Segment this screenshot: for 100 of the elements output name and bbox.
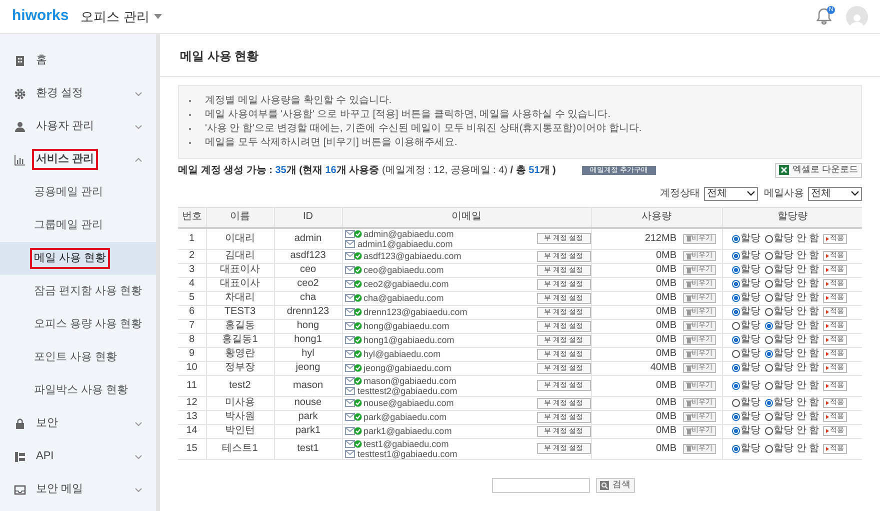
arrow-icon xyxy=(826,338,830,342)
radio-label: 할당 xyxy=(740,411,760,423)
sidebar-item[interactable]: API xyxy=(36,448,54,465)
usage-amount: 0MB xyxy=(656,348,676,360)
blocks-icon xyxy=(14,450,26,462)
excel-download-button[interactable]: 엑셀로 다운로드 xyxy=(775,162,862,178)
radio-button[interactable] xyxy=(732,350,740,358)
filter-dropdown[interactable]: 전체 xyxy=(808,186,862,200)
filter-dropdown[interactable]: 전체 xyxy=(704,186,758,200)
radio-button[interactable] xyxy=(732,322,740,330)
sidebar-subitem[interactable]: 그룹메일 관리 xyxy=(34,217,104,234)
sidebar-item[interactable]: 보안 메일 xyxy=(36,481,84,498)
usage-amount: 0MB xyxy=(656,380,676,392)
caret-icon xyxy=(154,14,162,19)
radio-button[interactable] xyxy=(764,234,772,242)
radio-button[interactable] xyxy=(764,364,772,372)
radio-button[interactable] xyxy=(764,336,772,344)
radio-button[interactable] xyxy=(764,382,772,390)
row-number: 1 xyxy=(188,232,195,244)
user-id: jeong xyxy=(296,362,320,373)
radio-button[interactable] xyxy=(732,234,740,242)
radio-label: 할당 xyxy=(740,362,760,374)
radio-label: 할당 xyxy=(740,264,760,276)
trash-icon xyxy=(686,364,692,372)
sidebar-subitem[interactable]: 포인트 사용 현황 xyxy=(34,349,118,366)
arrow-icon xyxy=(826,236,830,240)
radio-label: 할당 안 함 xyxy=(774,348,820,360)
sidebar-item[interactable]: 사용자 관리 xyxy=(36,118,94,135)
radio-label: 할당 안 함 xyxy=(774,362,820,374)
radio-button[interactable] xyxy=(764,280,772,288)
radio-button[interactable] xyxy=(732,427,740,435)
trash-icon xyxy=(686,350,692,358)
usage-amount: 212MB xyxy=(644,232,676,244)
user-name: 이대리 xyxy=(225,232,255,244)
usage-amount: 0MB xyxy=(656,411,676,423)
radio-label: 할당 xyxy=(740,425,760,437)
arrow-icon xyxy=(826,415,830,419)
row-number: 3 xyxy=(188,264,195,275)
row-number: 9 xyxy=(188,348,195,359)
radio-button[interactable] xyxy=(732,399,740,407)
user-id: ceo2 xyxy=(297,278,319,289)
email-address: park1@gabiaedu.com xyxy=(364,426,452,436)
radio-label: 할당 안 함 xyxy=(774,380,820,392)
user-name: test2 xyxy=(229,380,251,390)
radio-button[interactable] xyxy=(764,444,772,452)
user-id: drenn123 xyxy=(286,306,330,317)
radio-button[interactable] xyxy=(732,364,740,372)
radio-label: 할당 안 함 xyxy=(774,250,820,262)
radio-button[interactable] xyxy=(764,308,772,316)
sidebar-item[interactable]: 환경 설정 xyxy=(36,85,84,102)
building-icon xyxy=(14,54,26,66)
radio-button[interactable] xyxy=(732,252,740,260)
arrow-icon xyxy=(826,384,830,388)
user-name: 홍길동1 xyxy=(222,334,258,345)
radio-button[interactable] xyxy=(732,444,740,452)
radio-button[interactable] xyxy=(764,252,772,260)
radio-button[interactable] xyxy=(732,413,740,421)
email-address: nouse@gabiaedu.com xyxy=(364,398,454,408)
column-header: 번호 xyxy=(178,208,206,228)
sidebar-subitem[interactable]: 잠금 편지함 사용 현황 xyxy=(34,283,142,300)
sidebar-subitem[interactable]: 오피스 용량 사용 현황 xyxy=(34,316,142,333)
radio-button[interactable] xyxy=(732,336,740,344)
sidebar-item[interactable]: 보안 xyxy=(36,415,58,432)
chevron-down-icon xyxy=(851,191,859,196)
usage-amount: 40MB xyxy=(650,362,676,374)
trash-icon xyxy=(686,400,692,406)
arrow-icon xyxy=(826,254,830,258)
radio-label: 할당 xyxy=(740,320,760,332)
radio-button[interactable] xyxy=(732,382,740,390)
chevron-down-icon xyxy=(747,191,755,196)
user-name: 박인턴 xyxy=(225,425,255,436)
radio-button[interactable] xyxy=(732,294,740,302)
user-id: asdf123 xyxy=(290,250,326,261)
usage-amount: 0MB xyxy=(656,442,676,454)
radio-button[interactable] xyxy=(764,413,772,421)
search-field[interactable] xyxy=(492,478,590,492)
radio-button[interactable] xyxy=(764,427,772,435)
radio-button[interactable] xyxy=(732,308,740,316)
radio-button[interactable] xyxy=(764,266,772,274)
search-button[interactable]: 검색 xyxy=(596,478,634,492)
sidebar-subitem[interactable]: 파일박스 사용 현황 xyxy=(34,382,128,399)
arrow-icon xyxy=(826,429,830,433)
radio-button[interactable] xyxy=(764,399,772,407)
usage-amount: 0MB xyxy=(656,425,676,437)
radio-label: 할당 안 함 xyxy=(774,264,820,276)
page-title: 메일 사용 현황 xyxy=(179,48,260,65)
radio-button[interactable] xyxy=(764,350,772,358)
email-address: testtest1@gabiaedu.com xyxy=(358,448,458,458)
app-menu[interactable]: 오피스 관리 xyxy=(80,6,162,26)
radio-button[interactable] xyxy=(732,280,740,288)
usage-amount: 0MB xyxy=(656,320,676,332)
arrow-icon xyxy=(826,324,830,328)
usage-amount: 0MB xyxy=(656,264,676,276)
radio-button[interactable] xyxy=(732,266,740,274)
sidebar-item[interactable]: 서비스 관리 xyxy=(34,151,96,168)
sidebar-item[interactable]: 홈 xyxy=(36,52,47,69)
radio-button[interactable] xyxy=(764,322,772,330)
radio-button[interactable] xyxy=(764,294,772,302)
sidebar-subitem[interactable]: 공용메일 관리 xyxy=(34,184,104,201)
email-address: ceo2@gabiaedu.com xyxy=(364,279,449,289)
